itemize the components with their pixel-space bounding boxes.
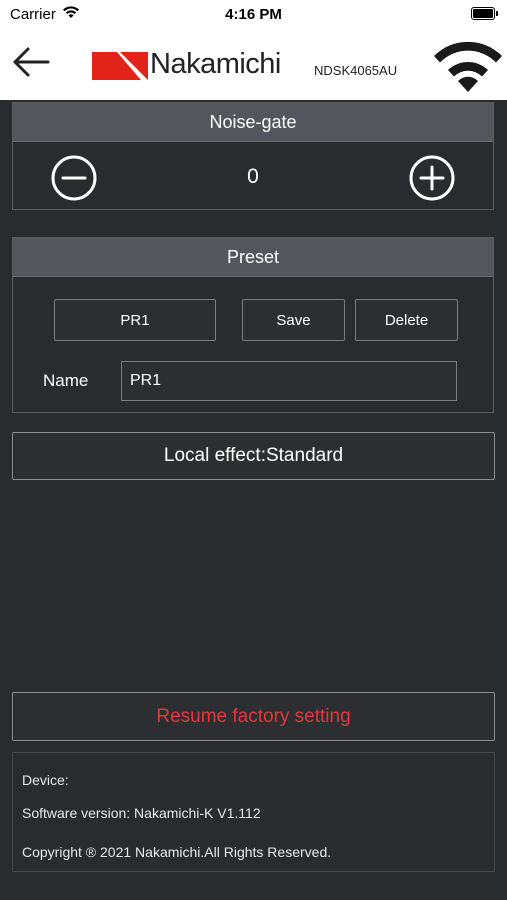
noise-gate-title: Noise-gate — [13, 103, 493, 142]
copyright-text: Copyright ® 2021 Nakamichi.All Rights Re… — [22, 844, 332, 860]
device-label: Device: — [22, 772, 69, 788]
plus-circle-icon[interactable] — [409, 155, 455, 201]
device-id: NDSK4065AU — [314, 63, 398, 78]
local-effect-button[interactable]: Local effect:Standard — [12, 432, 495, 480]
brand-logo: Nakamichi — [92, 48, 281, 81]
preset-title: Preset — [13, 238, 493, 277]
preset-select-button[interactable]: PR1 — [54, 299, 216, 341]
wifi-icon — [430, 38, 506, 99]
save-button[interactable]: Save — [242, 299, 345, 341]
battery-icon — [471, 7, 498, 20]
preset-panel: Preset PR1 Save Delete Name PR1 — [12, 237, 494, 413]
device-info-box: Device: Software version: Nakamichi-K V1… — [12, 752, 495, 872]
logo-mark-icon — [92, 51, 148, 80]
resume-factory-button[interactable]: Resume factory setting — [12, 692, 495, 741]
name-field[interactable]: PR1 — [121, 361, 457, 401]
back-arrow-icon[interactable] — [12, 46, 50, 83]
app-header: Nakamichi NDSK4065AU — [0, 30, 507, 100]
delete-button[interactable]: Delete — [355, 299, 458, 341]
status-bar: Carrier 4:16 PM — [0, 0, 507, 30]
brand-name: Nakamichi — [150, 48, 281, 80]
software-version: Software version: Nakamichi-K V1.112 — [22, 805, 261, 821]
clock: 4:16 PM — [225, 6, 282, 23]
noise-gate-panel: Noise-gate 0 — [12, 102, 494, 210]
name-label: Name — [43, 371, 89, 390]
